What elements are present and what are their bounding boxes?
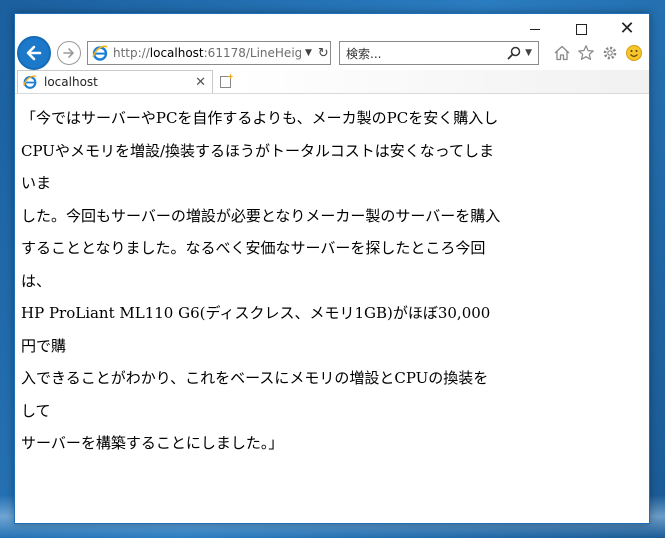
tab-localhost[interactable]: localhost ✕ [17,70,213,93]
back-button[interactable] [17,36,51,70]
ie-tab-icon [23,75,37,89]
maximize-icon [575,23,587,35]
address-bar[interactable]: http://localhost:61178/LineHeight. ▼ ↻ [87,41,331,65]
address-text: http://localhost:61178/LineHeight. [113,46,301,60]
browser-window: ✕ http://localhost:61178/LineHeight. ▼ ↻ [14,13,650,524]
tab-bar: localhost ✕ [15,70,649,94]
page-content: 「今ではサーバーやPCを自作するよりも、メーカ製のPCを安く購入し CPUやメモ… [15,94,649,523]
minimize-icon [530,28,540,30]
ie-page-icon [92,45,108,61]
new-tab-button[interactable] [216,71,236,91]
feedback-smiley-icon[interactable] [624,43,644,63]
favorites-star-icon[interactable] [576,43,596,63]
search-icon[interactable] [507,46,521,60]
address-dropdown-icon[interactable]: ▼ [305,48,312,58]
forward-button[interactable] [57,41,81,65]
content-paragraph: 「今ではサーバーやPCを自作するよりも、メーカ製のPCを安く購入し CPUやメモ… [21,109,501,452]
home-icon[interactable] [552,43,572,63]
search-box[interactable]: 検索... ▼ [339,41,539,65]
close-icon: ✕ [619,18,635,39]
tab-label: localhost [44,75,98,89]
back-arrow-icon [26,45,42,61]
new-tab-icon [220,73,234,88]
search-dropdown-icon[interactable]: ▼ [525,48,532,58]
gear-icon[interactable] [600,43,620,63]
refresh-icon[interactable]: ↻ [318,46,329,61]
search-input[interactable]: 検索... [346,45,507,62]
tab-close-icon[interactable]: ✕ [195,75,206,90]
tab-bar-empty-area [237,70,649,93]
navigation-bar: http://localhost:61178/LineHeight. ▼ ↻ 検… [15,36,649,70]
forward-arrow-icon [63,48,74,58]
